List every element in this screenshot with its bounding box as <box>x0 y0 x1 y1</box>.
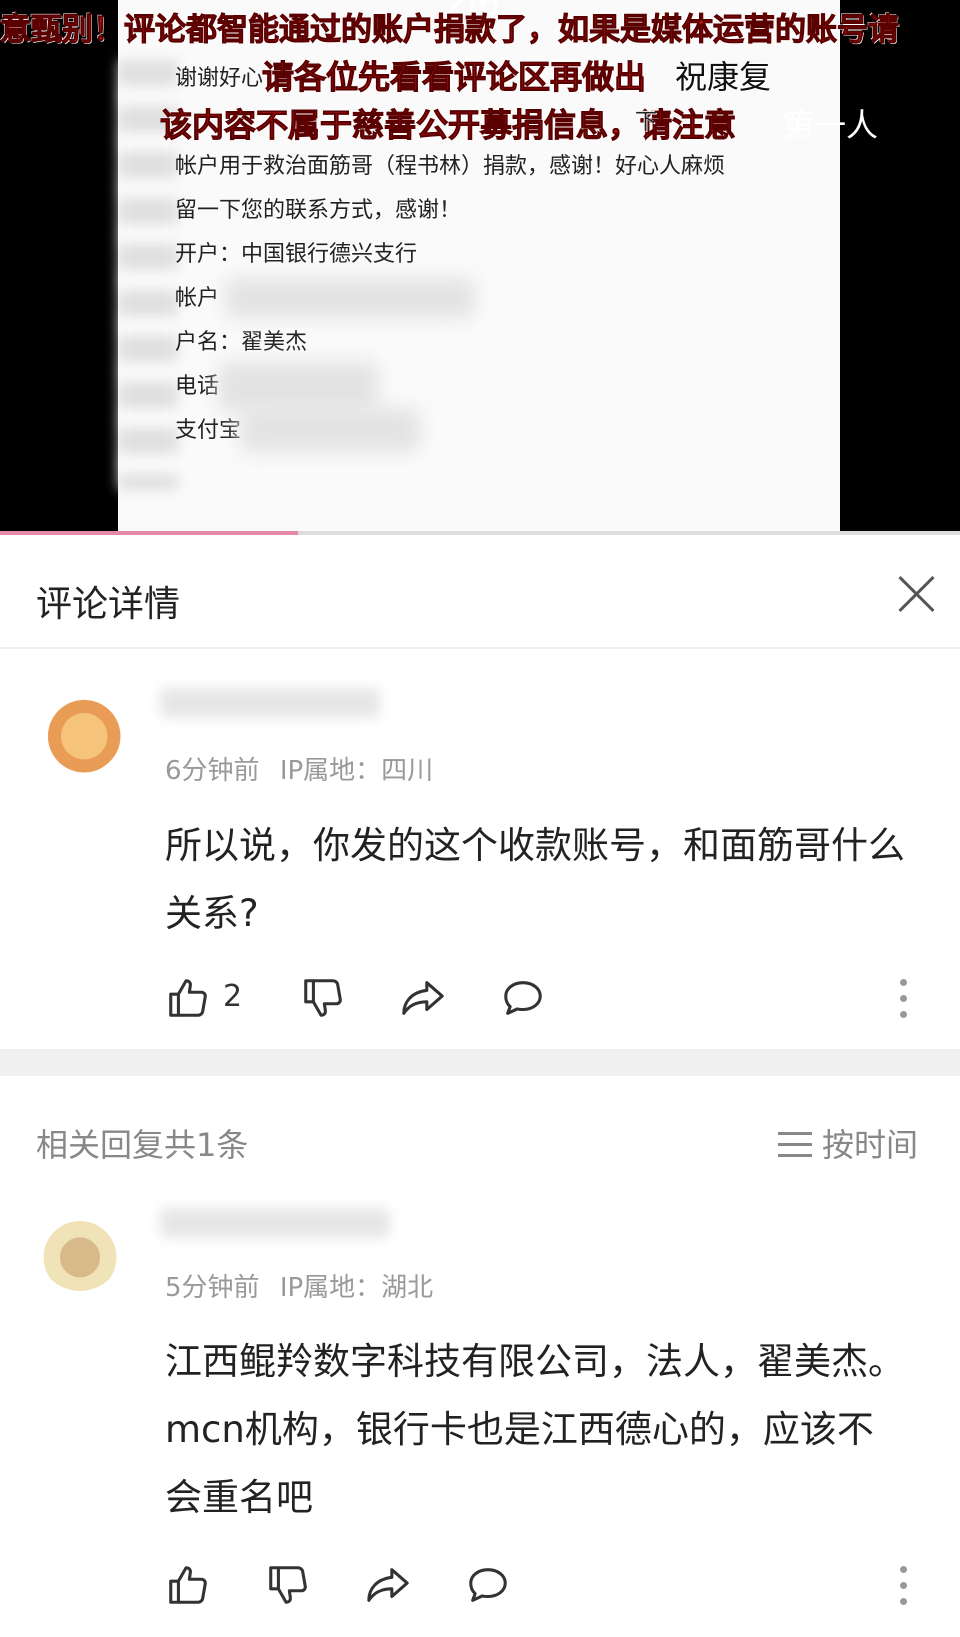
comment-icon[interactable] <box>500 975 546 1021</box>
sort-icon <box>778 1132 812 1158</box>
sort-label: 按时间 <box>822 1126 919 1164</box>
overlay-first-person: 第一人 <box>782 106 879 144</box>
blurred-alipay <box>240 408 420 452</box>
more-vertical-icon[interactable] <box>900 1566 908 1606</box>
warning-overlay-line2: 请各位先看看评论区再做出 <box>261 58 647 97</box>
section-separator <box>0 1049 960 1076</box>
close-icon[interactable] <box>893 570 941 618</box>
comment-meta: 6分钟前 IP属地：四川 <box>165 750 433 787</box>
share-icon[interactable] <box>400 975 446 1021</box>
reply-text: 江西鲲羚数字科技有限公司，法人，翟美杰。mcn机构，银行卡也是江西德心的，应该不… <box>165 1340 905 1519</box>
post-line-purpose: 帐户用于救治面筋哥（程书林）捐款，感谢！好心人麻烦 <box>175 154 726 179</box>
thumbs-down-icon[interactable] <box>300 975 346 1021</box>
blurred-username[interactable] <box>160 688 380 718</box>
avatar[interactable] <box>38 1207 122 1291</box>
thumbs-down-icon[interactable] <box>265 1562 311 1608</box>
like-count: 2 <box>223 979 243 1014</box>
blurred-username[interactable] <box>160 1208 390 1238</box>
post-line-contact: 留一下您的联系方式，感谢！ <box>175 198 462 223</box>
comment-ip: IP属地：四川 <box>279 756 434 786</box>
comment-text: 所以说，你发的这个收款账号，和面筋哥什么关系? <box>165 824 905 935</box>
reply-meta: 5分钟前 IP属地：湖北 <box>165 1267 433 1304</box>
comment-time: 6分钟前 <box>165 756 260 786</box>
reply-time: 5分钟前 <box>165 1273 260 1303</box>
comment-icon[interactable] <box>465 1562 511 1608</box>
share-icon[interactable] <box>365 1562 411 1608</box>
warning-overlay-top: 意甄别！评论都智能通过的账户捐款了，如果是媒体运营的账号请 <box>0 12 900 49</box>
post-line-account: 帐户 <box>175 286 220 311</box>
reply-ip: IP属地：湖北 <box>279 1273 434 1303</box>
avatar[interactable] <box>38 690 122 774</box>
post-line-alipay: 支付宝 <box>175 418 242 443</box>
sort-button[interactable]: 按时间 <box>778 1120 918 1166</box>
thumbs-up-icon[interactable] <box>165 975 211 1021</box>
comment-actions: 2 <box>165 975 925 1023</box>
blurred-phone <box>218 362 378 412</box>
blurred-account-number <box>225 278 475 318</box>
post-line-bank: 开户：中国银行德兴支行 <box>175 242 418 267</box>
comment-detail-header: 评论详情 <box>0 535 960 649</box>
overlay-small-text: 下 <box>635 110 658 135</box>
overlay-wish-recovery: 祝康复 <box>675 58 772 96</box>
replies-count-title: 相关回复共1条 <box>36 1126 249 1164</box>
post-image[interactable]: 谢谢好心 帐户用于救治面筋哥（程书林）捐款，感谢！好心人麻烦 留一下您的联系方式… <box>0 0 960 535</box>
thumbs-up-icon[interactable] <box>165 1562 211 1608</box>
page-title: 评论详情 <box>36 584 181 625</box>
post-line-account-name: 户名：翟美杰 <box>175 330 308 355</box>
more-vertical-icon[interactable] <box>900 979 908 1019</box>
post-line-phone: 电话 <box>175 374 220 399</box>
reply-actions <box>165 1562 925 1610</box>
post-line-thanks: 谢谢好心 <box>175 66 264 91</box>
